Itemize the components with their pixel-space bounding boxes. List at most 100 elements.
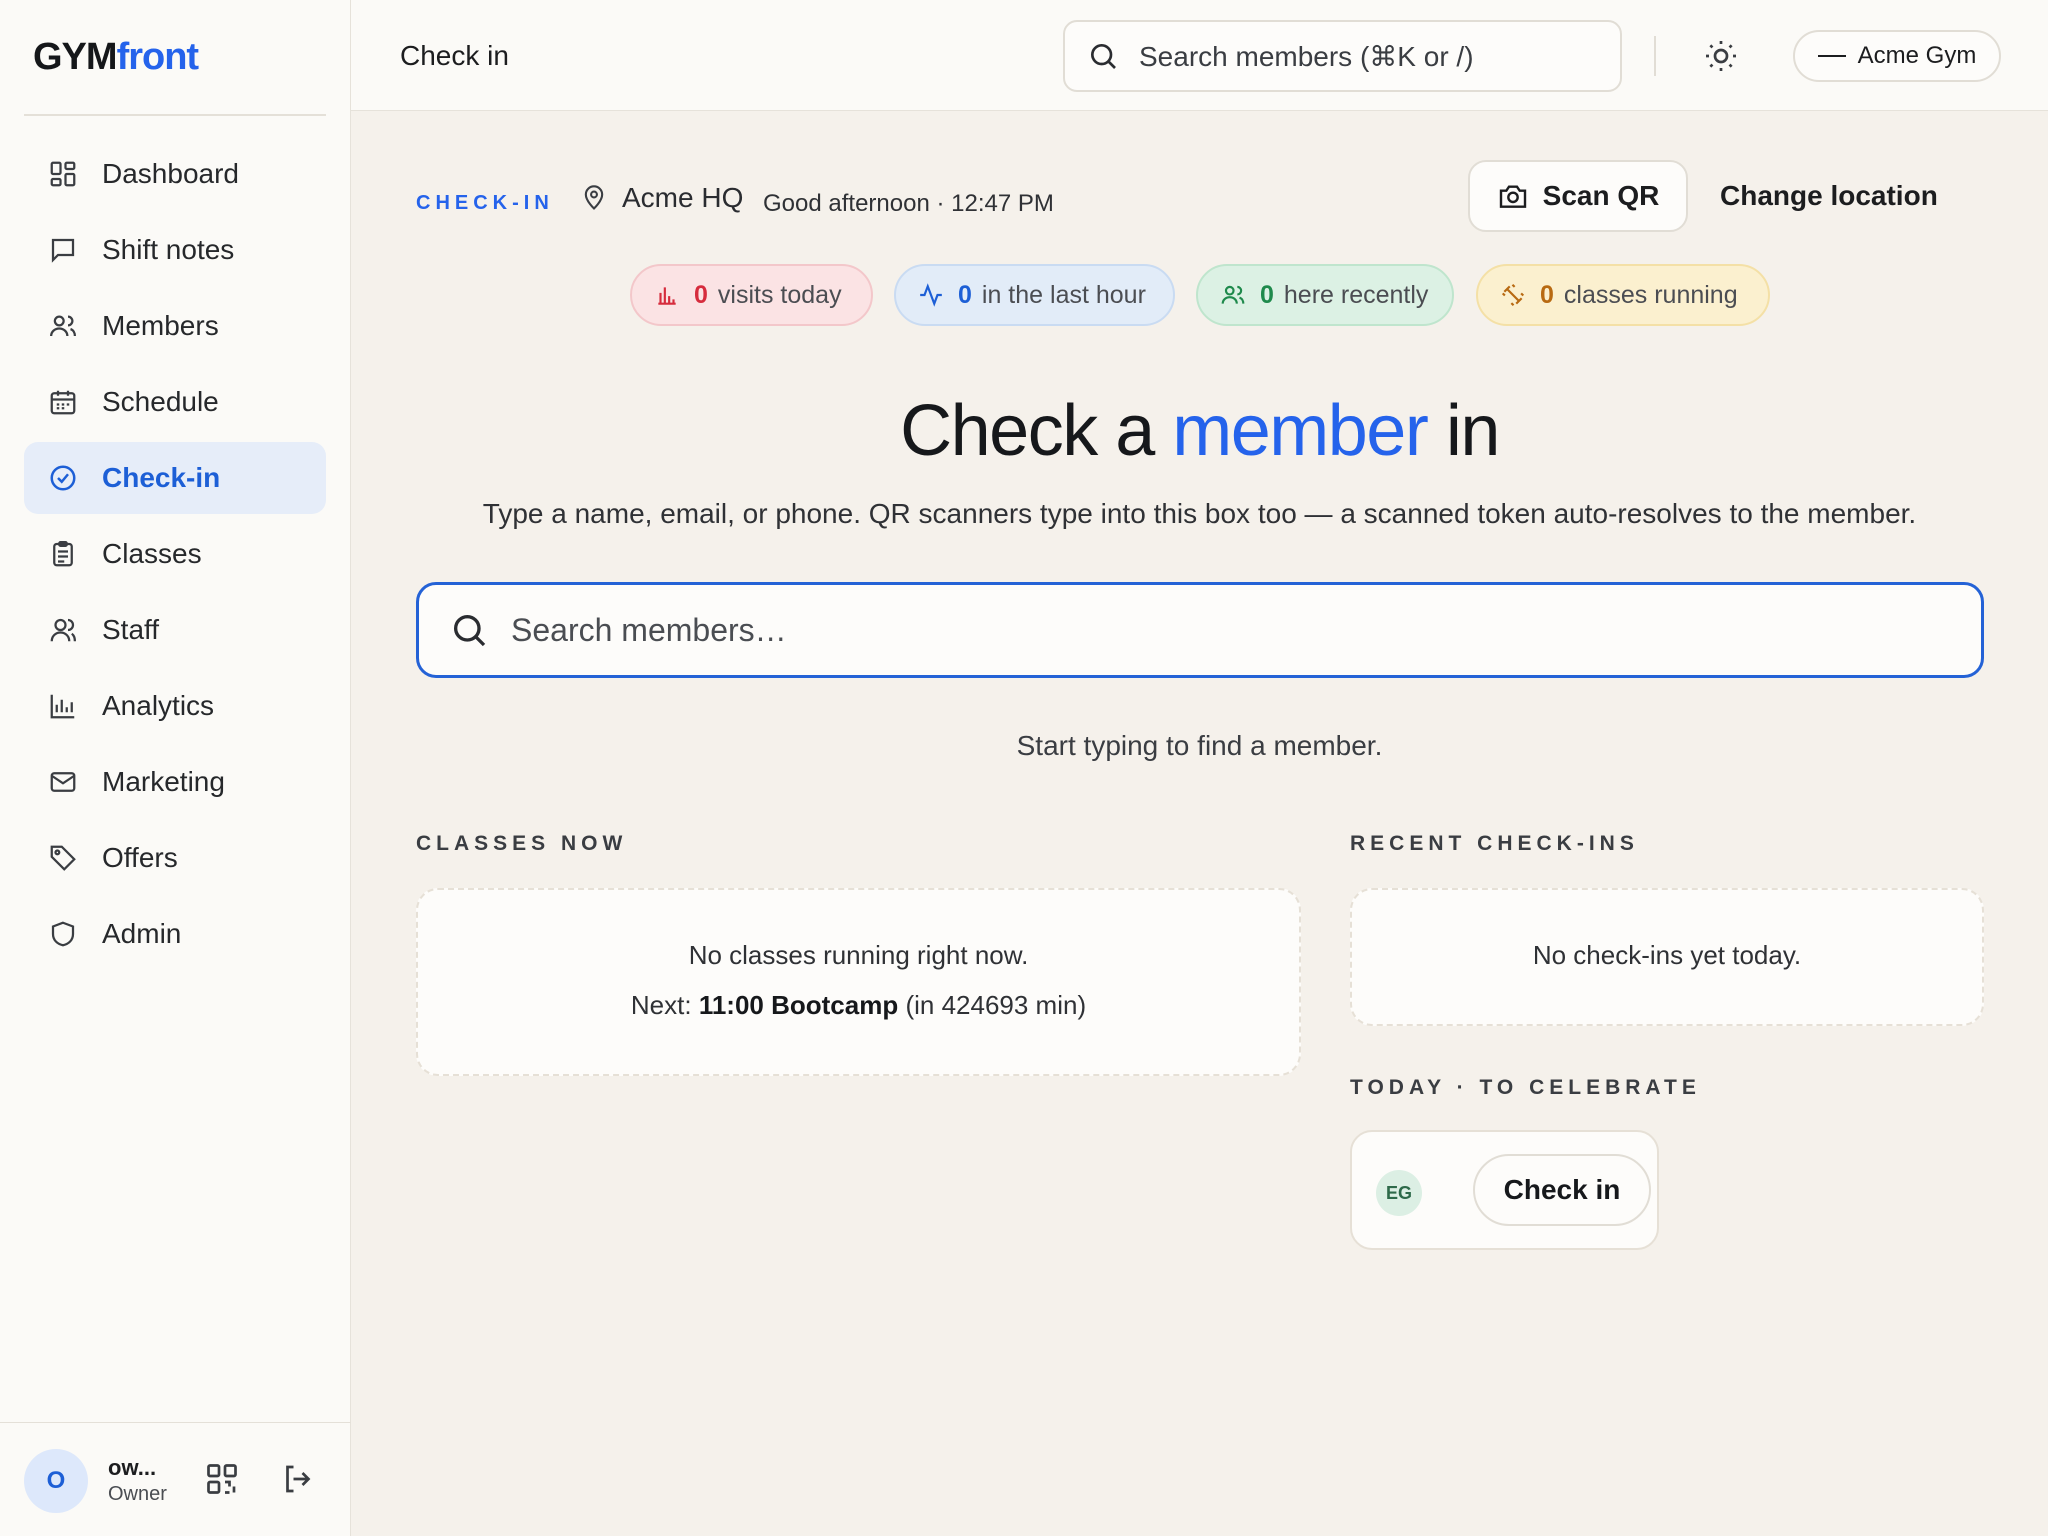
bar-chart-icon bbox=[50, 694, 75, 719]
check-in-button[interactable]: Check in bbox=[1473, 1154, 1651, 1226]
member-avatar[interactable]: EG bbox=[1376, 1170, 1422, 1216]
users-icon bbox=[50, 315, 76, 337]
hero-subtitle: Type a name, email, or phone. QR scanner… bbox=[482, 498, 1917, 529]
message-square-icon bbox=[51, 238, 75, 263]
sidebar-item-shift-notes[interactable]: Shift notes bbox=[24, 214, 326, 286]
sidebar-item-offers[interactable]: Offers bbox=[24, 822, 326, 894]
sidebar-item-label: Schedule bbox=[102, 386, 219, 417]
sidebar-item-dashboard[interactable]: Dashboard bbox=[24, 138, 326, 210]
location-name: Acme HQ bbox=[622, 182, 744, 213]
recent-checkins-card: No check-ins yet today. bbox=[1350, 888, 1984, 1026]
scan-qr-button[interactable]: Scan QR bbox=[1468, 160, 1688, 232]
avatar[interactable]: O bbox=[24, 1449, 88, 1513]
activity-icon bbox=[920, 283, 942, 307]
gym-name: Acme Gym bbox=[1857, 42, 1977, 69]
sidebar: GYMfront Dashboard Shift notes Members S… bbox=[0, 0, 351, 1536]
stat-visits-today: 0 visits today bbox=[630, 264, 873, 326]
user-role: Owner bbox=[108, 1483, 167, 1505]
stat-last-hour: 0 in the last hour bbox=[894, 264, 1175, 326]
sidebar-item-label: Members bbox=[102, 310, 219, 341]
shield-icon bbox=[51, 921, 75, 947]
dumbbell-icon bbox=[1501, 283, 1525, 307]
sidebar-item-label: Offers bbox=[102, 842, 178, 873]
recent-checkins-heading: RECENT CHECK-INS bbox=[1350, 832, 1639, 855]
sidebar-nav: Dashboard Shift notes Members Schedule C… bbox=[24, 138, 326, 974]
clipboard-icon bbox=[53, 541, 73, 567]
gym-switcher[interactable]: Acme Gym bbox=[1793, 30, 2001, 82]
sidebar-item-classes[interactable]: Classes bbox=[24, 518, 326, 590]
classes-now-heading: CLASSES NOW bbox=[416, 832, 628, 855]
hero-title: Check a member in bbox=[351, 390, 2048, 472]
location: Acme HQ bbox=[580, 182, 743, 214]
sidebar-item-staff[interactable]: Staff bbox=[24, 594, 326, 666]
member-search-input[interactable] bbox=[511, 611, 1911, 649]
classes-empty-text: No classes running right now. bbox=[688, 940, 1029, 970]
dash-icon bbox=[1817, 55, 1846, 57]
sidebar-item-label: Check-in bbox=[102, 462, 221, 493]
topbar-divider bbox=[1654, 36, 1656, 76]
qr-code-icon[interactable] bbox=[204, 1461, 240, 1497]
sidebar-item-check-in[interactable]: Check-in bbox=[24, 442, 326, 514]
celebrate-heading: TODAY · TO CELEBRATE bbox=[1350, 1076, 1701, 1099]
stat-label: visits today bbox=[717, 280, 842, 309]
sidebar-item-marketing[interactable]: Marketing bbox=[24, 746, 326, 818]
user-name: ow... bbox=[108, 1455, 157, 1480]
sun-icon[interactable] bbox=[1703, 38, 1739, 74]
celebrate-card: EG Check in bbox=[1350, 1130, 1659, 1250]
stat-value: 0 bbox=[1260, 280, 1274, 309]
sidebar-item-label: Analytics bbox=[102, 690, 215, 721]
change-location-button[interactable]: Change location bbox=[1720, 180, 1938, 212]
stat-label: here recently bbox=[1283, 280, 1429, 309]
stat-label: in the last hour bbox=[981, 280, 1146, 309]
sidebar-item-schedule[interactable]: Schedule bbox=[24, 366, 326, 438]
mail-icon bbox=[50, 772, 76, 792]
sidebar-item-label: Shift notes bbox=[102, 234, 235, 265]
check-circle-icon bbox=[50, 465, 76, 491]
brand-part-2: front bbox=[116, 36, 200, 78]
next-class-name[interactable]: 11:00 Bootcamp bbox=[699, 990, 898, 1020]
stat-value: 0 bbox=[958, 280, 972, 309]
hero-title-after: in bbox=[1445, 391, 1501, 471]
hero-title-before: Check a bbox=[900, 391, 1155, 471]
stat-value: 0 bbox=[694, 280, 708, 309]
brand-logo[interactable]: GYMfront bbox=[33, 36, 200, 79]
sidebar-item-label: Classes bbox=[102, 538, 202, 569]
section-eyebrow: CHECK-IN bbox=[416, 192, 554, 214]
tag-icon bbox=[50, 845, 76, 871]
sidebar-item-members[interactable]: Members bbox=[24, 290, 326, 362]
hero-title-accent: member bbox=[1172, 391, 1429, 471]
topbar: Check in Search members (⌘K or /) Acme G… bbox=[351, 0, 2048, 111]
stat-value: 0 bbox=[1540, 280, 1554, 309]
sidebar-item-label: Dashboard bbox=[102, 158, 239, 189]
brand-part-1: GYM bbox=[33, 36, 118, 78]
search-icon bbox=[454, 615, 486, 647]
sidebar-divider bbox=[24, 114, 326, 116]
search-hint: Start typing to find a member. bbox=[1016, 730, 1383, 761]
member-search-box[interactable] bbox=[416, 582, 1984, 678]
bar-chart-icon bbox=[658, 287, 676, 305]
next-class: Next: 11:00 Bootcamp (in 424693 min) bbox=[418, 990, 1299, 1021]
global-search-input[interactable]: Search members (⌘K or /) bbox=[1063, 20, 1622, 92]
dashboard-icon bbox=[50, 161, 76, 187]
users-icon bbox=[1221, 285, 1245, 304]
search-icon bbox=[1091, 44, 1116, 69]
next-class-suffix: (in 424693 min) bbox=[905, 990, 1087, 1020]
map-pin-icon bbox=[584, 185, 604, 210]
logout-icon[interactable] bbox=[280, 1461, 316, 1497]
sidebar-item-label: Admin bbox=[102, 918, 182, 949]
sidebar-item-admin[interactable]: Admin bbox=[24, 898, 326, 970]
sidebar-item-label: Marketing bbox=[102, 766, 225, 797]
sidebar-item-label: Staff bbox=[102, 614, 160, 645]
page-title: Check in bbox=[400, 40, 509, 71]
recent-checkins-empty-text: No check-ins yet today. bbox=[1532, 940, 1802, 970]
calendar-icon bbox=[50, 390, 76, 415]
next-class-prefix: Next: bbox=[630, 990, 692, 1020]
sidebar-item-analytics[interactable]: Analytics bbox=[24, 670, 326, 742]
sidebar-user-panel: O ow... Owner bbox=[0, 1422, 351, 1536]
staff-icon bbox=[50, 618, 76, 642]
camera-icon bbox=[1499, 185, 1526, 208]
classes-now-card: No classes running right now. Next: 11:0… bbox=[416, 888, 1301, 1076]
scan-qr-label: Scan QR bbox=[1542, 180, 1660, 211]
stat-classes-running: 0 classes running bbox=[1476, 264, 1770, 326]
stat-label: classes running bbox=[1563, 280, 1738, 309]
